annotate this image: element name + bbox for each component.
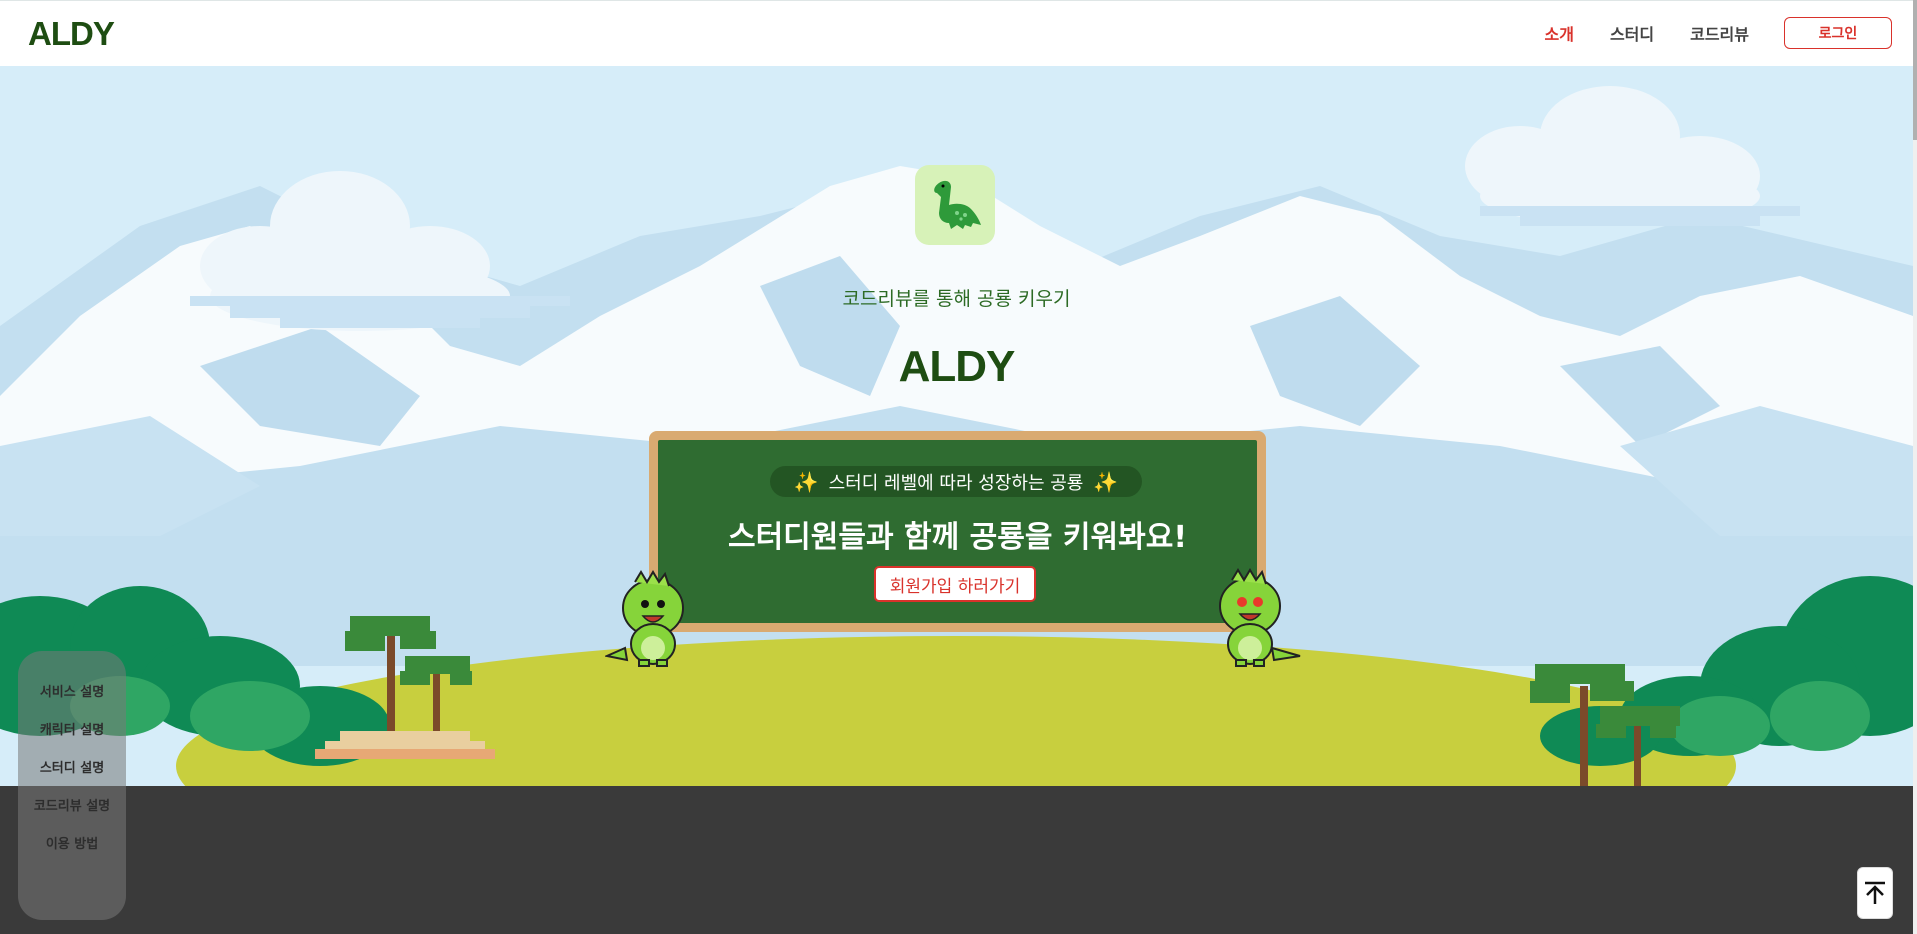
- side-nav-item-how-to-use[interactable]: 이용 방법: [18, 837, 126, 853]
- side-nav-item-service[interactable]: 서비스 설명: [18, 685, 126, 701]
- signup-button[interactable]: 회원가입 하러가기: [874, 566, 1036, 602]
- site-logo[interactable]: ALDY: [28, 15, 115, 53]
- hero-logo-badge: [915, 165, 995, 245]
- dinosaur-mascot-right: [1219, 568, 1301, 667]
- side-nav-item-study[interactable]: 스터디 설명: [18, 761, 126, 777]
- side-nav-item-code-review[interactable]: 코드리뷰 설명: [18, 799, 126, 815]
- arrow-up-to-top-icon: [1865, 881, 1885, 904]
- board-heading: 스터디원들과 함께 공룡을 키워봐요!: [727, 520, 1187, 555]
- level-pill: ✨ 스터디 레벨에 따라 성장하는 공룡 ✨: [770, 466, 1142, 497]
- sparkle-icon: ✨: [1093, 469, 1119, 494]
- hero-subtitle: 코드리뷰를 통해 공룡 키우기: [842, 288, 1071, 310]
- dinosaur-icon: [934, 180, 981, 229]
- hero-title: ALDY: [898, 342, 1016, 391]
- section-side-nav: 서비스 설명 캐릭터 설명 스터디 설명 코드리뷰 설명 이용 방법: [18, 651, 126, 920]
- nav-item-code-review[interactable]: 코드리뷰: [1690, 21, 1749, 45]
- level-pill-text: 스터디 레벨에 따라 성장하는 공룡: [828, 472, 1084, 494]
- dinosaur-mascot-left: [605, 570, 684, 667]
- top-header: ALDY 소개 스터디 코드리뷰 로그인: [0, 0, 1917, 66]
- nav-item-study[interactable]: 스터디: [1610, 21, 1654, 45]
- chalkboard: ✨ 스터디 레벨에 따라 성장하는 공룡 ✨ 스터디원들과 함께 공룡을 키워봐…: [649, 431, 1266, 632]
- footer: [0, 786, 1913, 934]
- sparkle-icon: ✨: [793, 469, 819, 494]
- nav-item-intro[interactable]: 소개: [1544, 21, 1573, 45]
- side-nav-item-character[interactable]: 캐릭터 설명: [18, 723, 126, 739]
- chalkboard-surface: ✨ 스터디 레벨에 따라 성장하는 공룡 ✨ 스터디원들과 함께 공룡을 키워봐…: [658, 440, 1257, 623]
- page-scrollbar[interactable]: [1913, 0, 1917, 934]
- login-button[interactable]: 로그인: [1784, 17, 1892, 49]
- main-nav: 소개 스터디 코드리뷰: [1544, 21, 1749, 45]
- hero-section: 코드리뷰를 통해 공룡 키우기 ALDY ✨ 스터디 레벨에 따라 성장하는 공…: [0, 66, 1913, 786]
- scroll-top-button[interactable]: [1857, 867, 1893, 919]
- scrollbar-thumb[interactable]: [1913, 0, 1917, 140]
